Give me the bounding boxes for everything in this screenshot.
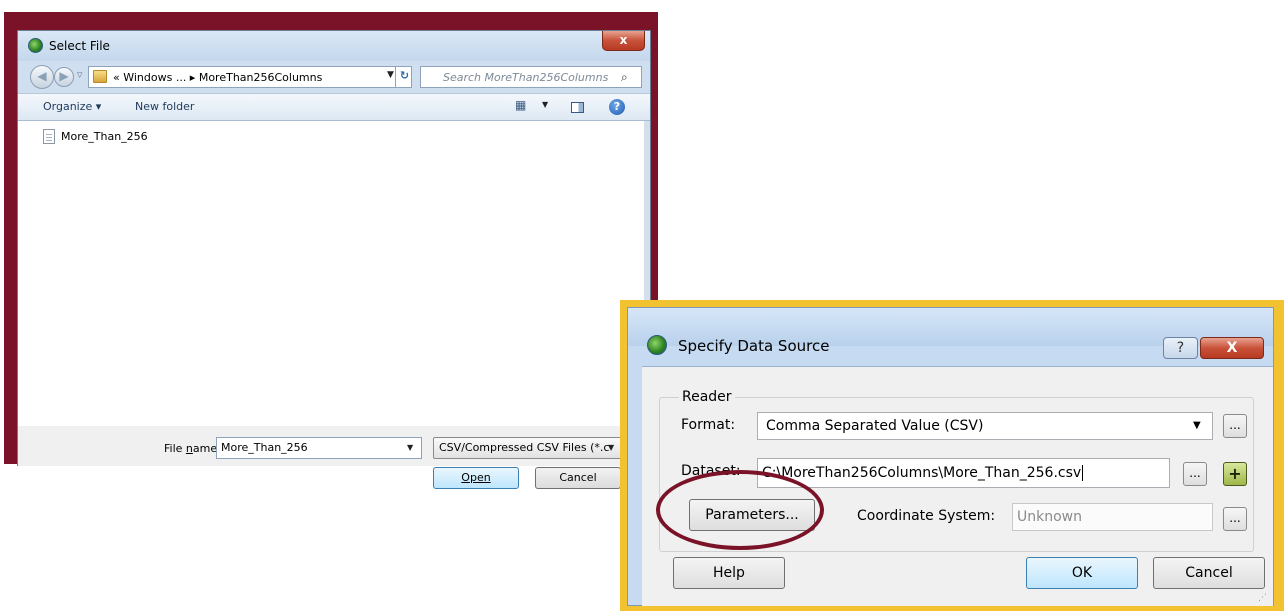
file-type-select[interactable]: CSV/Compressed CSV Files (*.c ▼ (433, 437, 623, 459)
coordinate-system-browse-button[interactable]: ... (1223, 507, 1247, 531)
file-name-label: File name: (164, 442, 221, 455)
reader-group-label: Reader (679, 389, 735, 405)
specify-data-source-highlight-frame: Specify Data Source ? X Reader Format: C… (620, 300, 1284, 611)
view-options-icon[interactable]: ▦ (515, 98, 526, 112)
file-name-field[interactable]: More_Than_256 ▼ (216, 437, 422, 459)
format-browse-button[interactable]: ... (1223, 414, 1247, 438)
format-select[interactable]: Comma Separated Value (CSV) ▼ (757, 412, 1213, 440)
search-input[interactable]: Search MoreThan256Columns ⌕ (420, 66, 642, 88)
file-list: More_Than_256 (18, 121, 650, 426)
search-icon[interactable]: ⌕ (621, 70, 628, 85)
help-button[interactable]: Help (673, 557, 785, 589)
chevron-down-icon[interactable]: ▼ (387, 70, 394, 80)
chevron-down-icon: ▼ (608, 443, 615, 452)
dataset-browse-button[interactable]: ... (1183, 462, 1207, 486)
ok-button[interactable]: OK (1026, 557, 1138, 589)
cancel-button[interactable]: Cancel (535, 467, 621, 489)
file-type-value: CSV/Compressed CSV Files (*.c (439, 441, 610, 454)
address-bar[interactable]: « Windows ... ▸ MoreThan256Columns ▼ ↻ (88, 66, 412, 88)
format-label: Format: (681, 417, 736, 433)
dataset-field[interactable]: C:\MoreThan256Columns\More_Than_256.csv (757, 458, 1170, 488)
file-name-value: More_Than_256 (221, 441, 308, 454)
cancel-button[interactable]: Cancel (1153, 557, 1265, 589)
select-file-titlebar[interactable]: Select File x (18, 31, 650, 61)
resize-grip-icon[interactable]: ⋰ (1258, 593, 1267, 603)
new-folder-button[interactable]: New folder (135, 100, 194, 113)
recent-locations-icon[interactable]: ▽ (77, 71, 82, 79)
dialog-title: Select File (49, 39, 110, 53)
app-icon (28, 38, 43, 53)
select-file-dialog: Select File x ◀ ▶ ▽ « Windows ... ▸ More… (17, 30, 651, 489)
navigation-bar: ◀ ▶ ▽ « Windows ... ▸ MoreThan256Columns… (18, 61, 650, 91)
context-help-button[interactable]: ? (1163, 337, 1198, 359)
add-dataset-button[interactable]: + (1223, 462, 1247, 486)
dialog-title: Specify Data Source (678, 337, 830, 355)
coordinate-system-label: Coordinate System: (857, 508, 996, 524)
open-button[interactable]: Open (433, 467, 519, 489)
document-icon (43, 129, 55, 144)
coordinate-system-value: Unknown (1017, 509, 1082, 525)
dataset-value: C:\MoreThan256Columns\More_Than_256.csv (762, 465, 1084, 481)
search-placeholder: Search MoreThan256Columns (443, 71, 609, 84)
annotation-ellipse (656, 470, 824, 550)
breadcrumb[interactable]: « Windows ... ▸ MoreThan256Columns (113, 71, 322, 84)
specify-data-source-dialog: Specify Data Source ? X Reader Format: C… (627, 307, 1274, 606)
chevron-down-icon[interactable]: ▼ (407, 443, 413, 452)
close-button[interactable]: X (1200, 337, 1264, 359)
chevron-down-icon[interactable]: ▼ (542, 100, 548, 109)
file-name-panel: File name: More_Than_256 ▼ CSV/Compresse… (18, 426, 650, 489)
close-button[interactable]: x (602, 31, 645, 51)
organize-menu[interactable]: Organize ▾ (43, 100, 101, 113)
coordinate-system-field[interactable]: Unknown (1012, 503, 1213, 531)
format-value: Comma Separated Value (CSV) (766, 418, 984, 434)
folder-icon (93, 70, 107, 83)
preview-pane-icon[interactable] (571, 102, 584, 113)
command-toolbar: Organize ▾ New folder ▦ ▼ ? (18, 93, 650, 121)
app-icon (647, 335, 667, 355)
back-button[interactable]: ◀ (30, 65, 54, 89)
help-icon[interactable]: ? (609, 99, 625, 115)
chevron-down-icon: ▼ (1193, 420, 1201, 431)
file-name-text: More_Than_256 (61, 130, 148, 143)
forward-button[interactable]: ▶ (54, 67, 74, 87)
refresh-icon[interactable]: ↻ (395, 66, 413, 88)
